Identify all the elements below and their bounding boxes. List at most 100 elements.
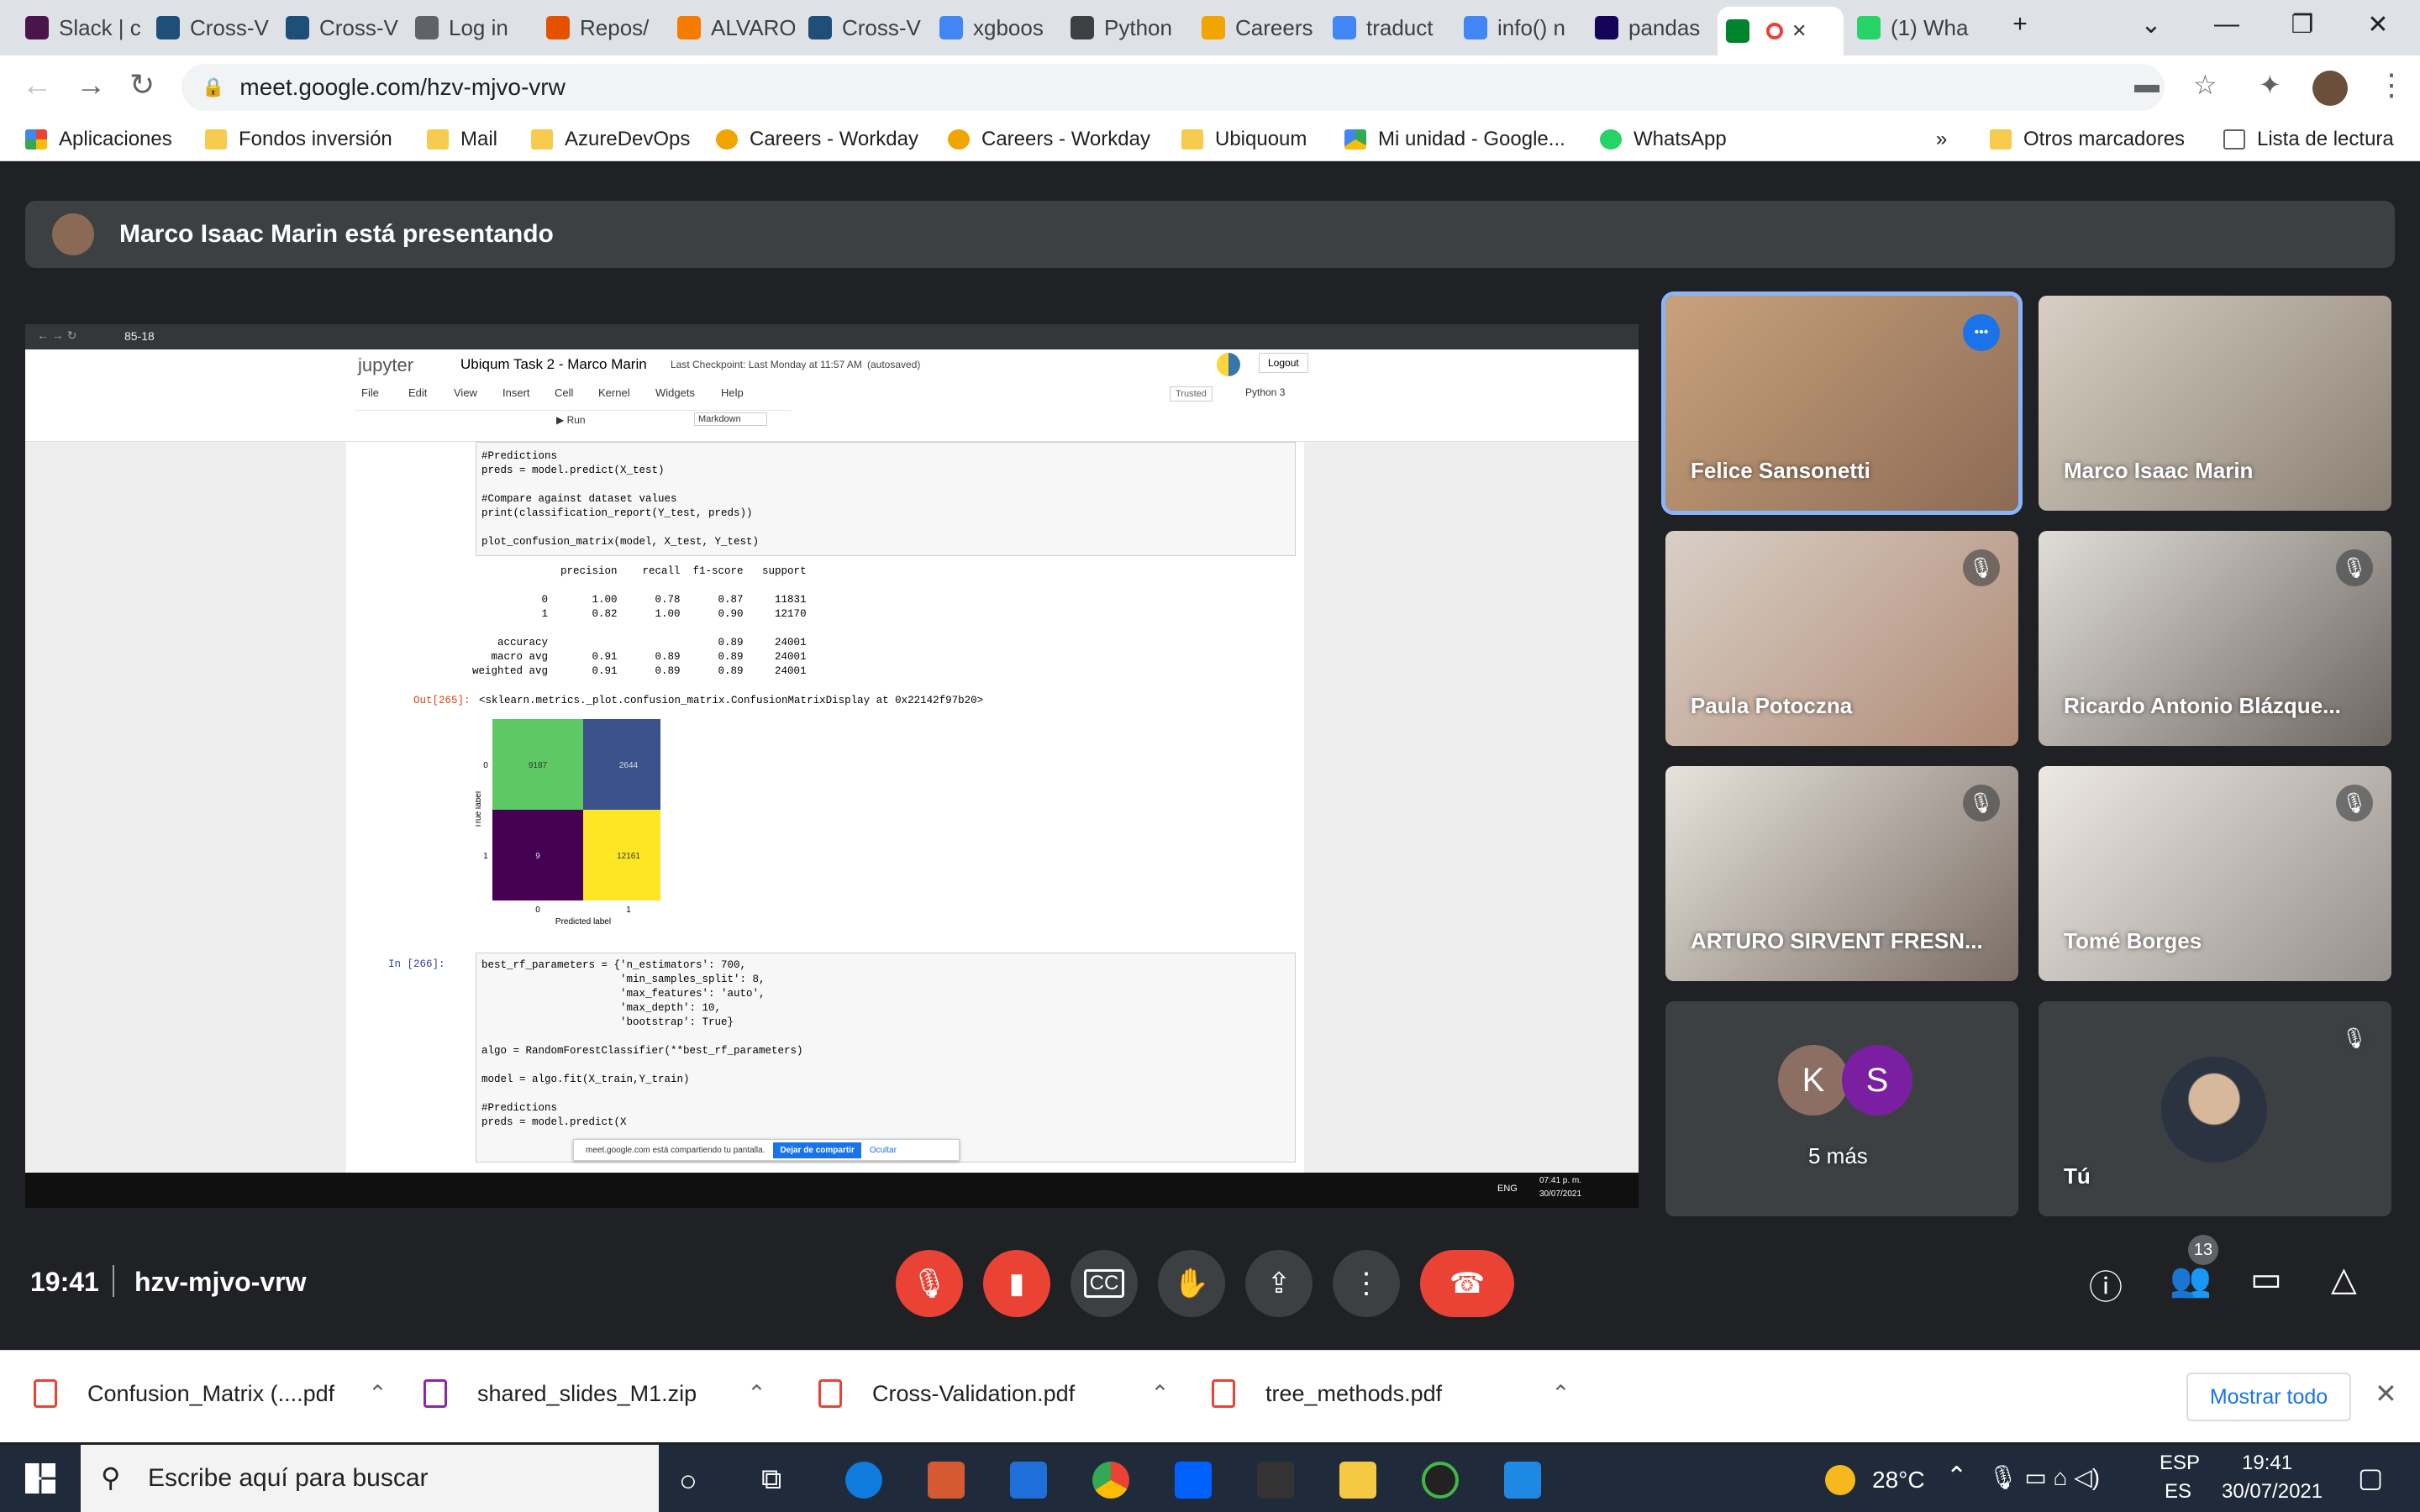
notebook-title[interactable]: Ubiqum Task 2 - Marco Marin	[460, 356, 647, 373]
browser-tab[interactable]: Cross-V	[800, 10, 926, 45]
notifications-icon[interactable]: ▢	[2358, 1462, 2383, 1494]
chevron-up-icon[interactable]: ⌃	[1150, 1381, 1170, 1407]
tray-icons[interactable]: 🎙 ▭ ⌂ ◁)	[1988, 1463, 2100, 1491]
taskbar-search-input[interactable]: ⚲ Escribe aquí para buscar	[81, 1445, 659, 1512]
restore-icon[interactable]: ❐	[2277, 10, 2328, 39]
lang-primary[interactable]: ESP	[2160, 1452, 2200, 1475]
taskbar-date[interactable]: 30/07/2021	[2222, 1480, 2323, 1504]
other-bookmarks[interactable]: Otros marcadores	[1990, 128, 2185, 151]
chevron-up-icon[interactable]: ⌃	[747, 1381, 766, 1407]
browser-tab[interactable]: Slack | c	[17, 10, 143, 45]
bookmark-apps[interactable]: Aplicaciones	[25, 128, 172, 151]
more-options-icon[interactable]: •••	[1963, 314, 2000, 351]
mic-off-button[interactable]: 🎙	[896, 1250, 963, 1317]
back-icon[interactable]: ←	[22, 67, 52, 102]
people-icon[interactable]: 👥	[2170, 1260, 2212, 1299]
present-button[interactable]: ⇪	[1245, 1250, 1313, 1317]
star-icon[interactable]: ☆	[2193, 69, 2217, 101]
browser-tab[interactable]: ALVARO	[669, 10, 795, 45]
camera-icon[interactable]: ▬	[2134, 71, 2160, 99]
bookmark-careers-2[interactable]: Careers - Workday	[948, 128, 1150, 151]
reading-list[interactable]: Lista de lectura	[2223, 128, 2394, 151]
tab-close-icon[interactable]: ✕	[1791, 20, 1807, 42]
participant-tile[interactable]: Ricardo Antonio Blázque... 🎙	[2039, 531, 2391, 746]
menu-file[interactable]: File	[361, 386, 379, 399]
more-bookmarks-button[interactable]: »	[1936, 128, 1947, 151]
spotify-like-icon[interactable]	[1422, 1462, 1459, 1499]
info-icon[interactable]: ⓘ	[2089, 1260, 2123, 1309]
cell-type-select[interactable]: Markdown	[694, 412, 767, 426]
download-item[interactable]: shared_slides_M1.zip ⌃	[424, 1379, 766, 1408]
cortana-icon[interactable]: ○	[679, 1463, 697, 1499]
camera-off-button[interactable]: ▮	[983, 1250, 1050, 1317]
browser-tab[interactable]: ✕	[1718, 7, 1844, 55]
stop-sharing-button[interactable]: Dejar de compartir	[773, 1142, 861, 1158]
bookmark-whatsapp[interactable]: WhatsApp	[1600, 128, 1727, 151]
bookmark-drive[interactable]: Mi unidad - Google...	[1344, 128, 1565, 151]
address-bar[interactable]: 🔒 meet.google.com/hzv-mjvo-vrw	[182, 64, 2165, 111]
browser-tab[interactable]: pandas	[1586, 10, 1712, 45]
edge-icon[interactable]	[845, 1462, 882, 1499]
participant-tile[interactable]: Tomé Borges 🎙	[2039, 766, 2391, 981]
leave-call-button[interactable]: ☎	[1420, 1250, 1514, 1317]
download-item[interactable]: Confusion_Matrix (....pdf ⌃	[34, 1379, 387, 1408]
forward-icon[interactable]: →	[76, 67, 106, 102]
calendar-icon[interactable]	[1504, 1462, 1541, 1499]
store-icon[interactable]	[928, 1462, 965, 1499]
run-button[interactable]: ▶ Run	[556, 414, 586, 426]
raise-hand-button[interactable]: ✋	[1158, 1250, 1225, 1317]
logout-button[interactable]: Logout	[1259, 353, 1308, 373]
browser-tab[interactable]: Cross-V	[148, 10, 274, 45]
chevron-up-icon[interactable]: ⌃	[368, 1381, 387, 1407]
menu-widgets[interactable]: Widgets	[655, 386, 695, 399]
dropbox-icon[interactable]	[1175, 1462, 1212, 1499]
window-close-icon[interactable]: ✕	[2353, 10, 2403, 39]
mail-icon[interactable]	[1010, 1462, 1047, 1499]
reload-icon[interactable]: ↻	[129, 67, 155, 102]
captions-button[interactable]: CC	[1071, 1250, 1138, 1317]
chat-icon[interactable]: ▭	[2250, 1260, 2282, 1299]
taskbar-clock[interactable]: 19:41	[2242, 1452, 2292, 1475]
browser-tab[interactable]: (1) Wha	[1849, 10, 1975, 45]
tray-chevron-icon[interactable]: ⌃	[1946, 1462, 1967, 1491]
menu-help[interactable]: Help	[721, 386, 744, 399]
show-all-downloads-button[interactable]: Mostrar todo	[2186, 1373, 2351, 1421]
browser-tab[interactable]: Careers	[1193, 10, 1319, 45]
download-item[interactable]: tree_methods.pdf ⌃	[1212, 1379, 1570, 1408]
menu-cell[interactable]: Cell	[555, 386, 573, 399]
browser-tab[interactable]: Repos/	[538, 10, 664, 45]
tab-search-icon[interactable]: ⌄	[2126, 10, 2176, 39]
bookmark-azuredevops[interactable]: AzureDevOps	[531, 128, 690, 151]
browser-tab[interactable]: xgboos	[931, 10, 1057, 45]
file-explorer-icon[interactable]	[1339, 1462, 1376, 1499]
bookmark-mail[interactable]: Mail	[427, 128, 497, 151]
code-cell-2[interactable]: best_rf_parameters = {'n_estimators': 70…	[476, 953, 1296, 1163]
browser-tab[interactable]: traduct	[1324, 10, 1450, 45]
participant-tile[interactable]: Felice Sansonetti •••	[1661, 291, 2023, 515]
minimize-icon[interactable]: —	[2202, 10, 2252, 39]
participant-tile[interactable]: Tú 🎙	[2039, 1001, 2391, 1216]
trusted-badge[interactable]: Trusted	[1170, 386, 1213, 402]
bookmark-fondos[interactable]: Fondos inversión	[205, 128, 392, 151]
task-view-icon[interactable]: ⧉	[761, 1463, 781, 1496]
new-tab-icon[interactable]: +	[1995, 10, 2045, 39]
download-item[interactable]: Cross-Validation.pdf ⌃	[818, 1379, 1170, 1408]
menu-insert[interactable]: Insert	[502, 386, 530, 399]
bookmark-ubiquoum[interactable]: Ubiquoum	[1181, 128, 1307, 151]
activities-icon[interactable]: △	[2331, 1260, 2357, 1299]
profile-avatar[interactable]	[2312, 71, 2348, 106]
browser-tab[interactable]: Cross-V	[277, 10, 403, 45]
browser-tab[interactable]: info() n	[1455, 10, 1581, 45]
participant-tile[interactable]: Marco Isaac Marin	[2039, 296, 2391, 511]
extensions-icon[interactable]: ✦	[2259, 69, 2281, 101]
participant-tile[interactable]: ARTURO SIRVENT FRESN... 🎙	[1665, 766, 2018, 981]
code-cell-1[interactable]: #Predictions preds = model.predict(X_test…	[476, 442, 1296, 556]
browser-tab[interactable]: Python	[1062, 10, 1188, 45]
more-options-button[interactable]: ⋮	[1333, 1250, 1400, 1317]
participant-tile[interactable]: Paula Potoczna 🎙	[1665, 531, 2018, 746]
menu-edit[interactable]: Edit	[408, 386, 427, 399]
participant-tile[interactable]: 5 más K S	[1665, 1001, 2018, 1216]
chevron-up-icon[interactable]: ⌃	[1551, 1381, 1570, 1407]
menu-view[interactable]: View	[454, 386, 477, 399]
menu-kernel[interactable]: Kernel	[598, 386, 630, 399]
